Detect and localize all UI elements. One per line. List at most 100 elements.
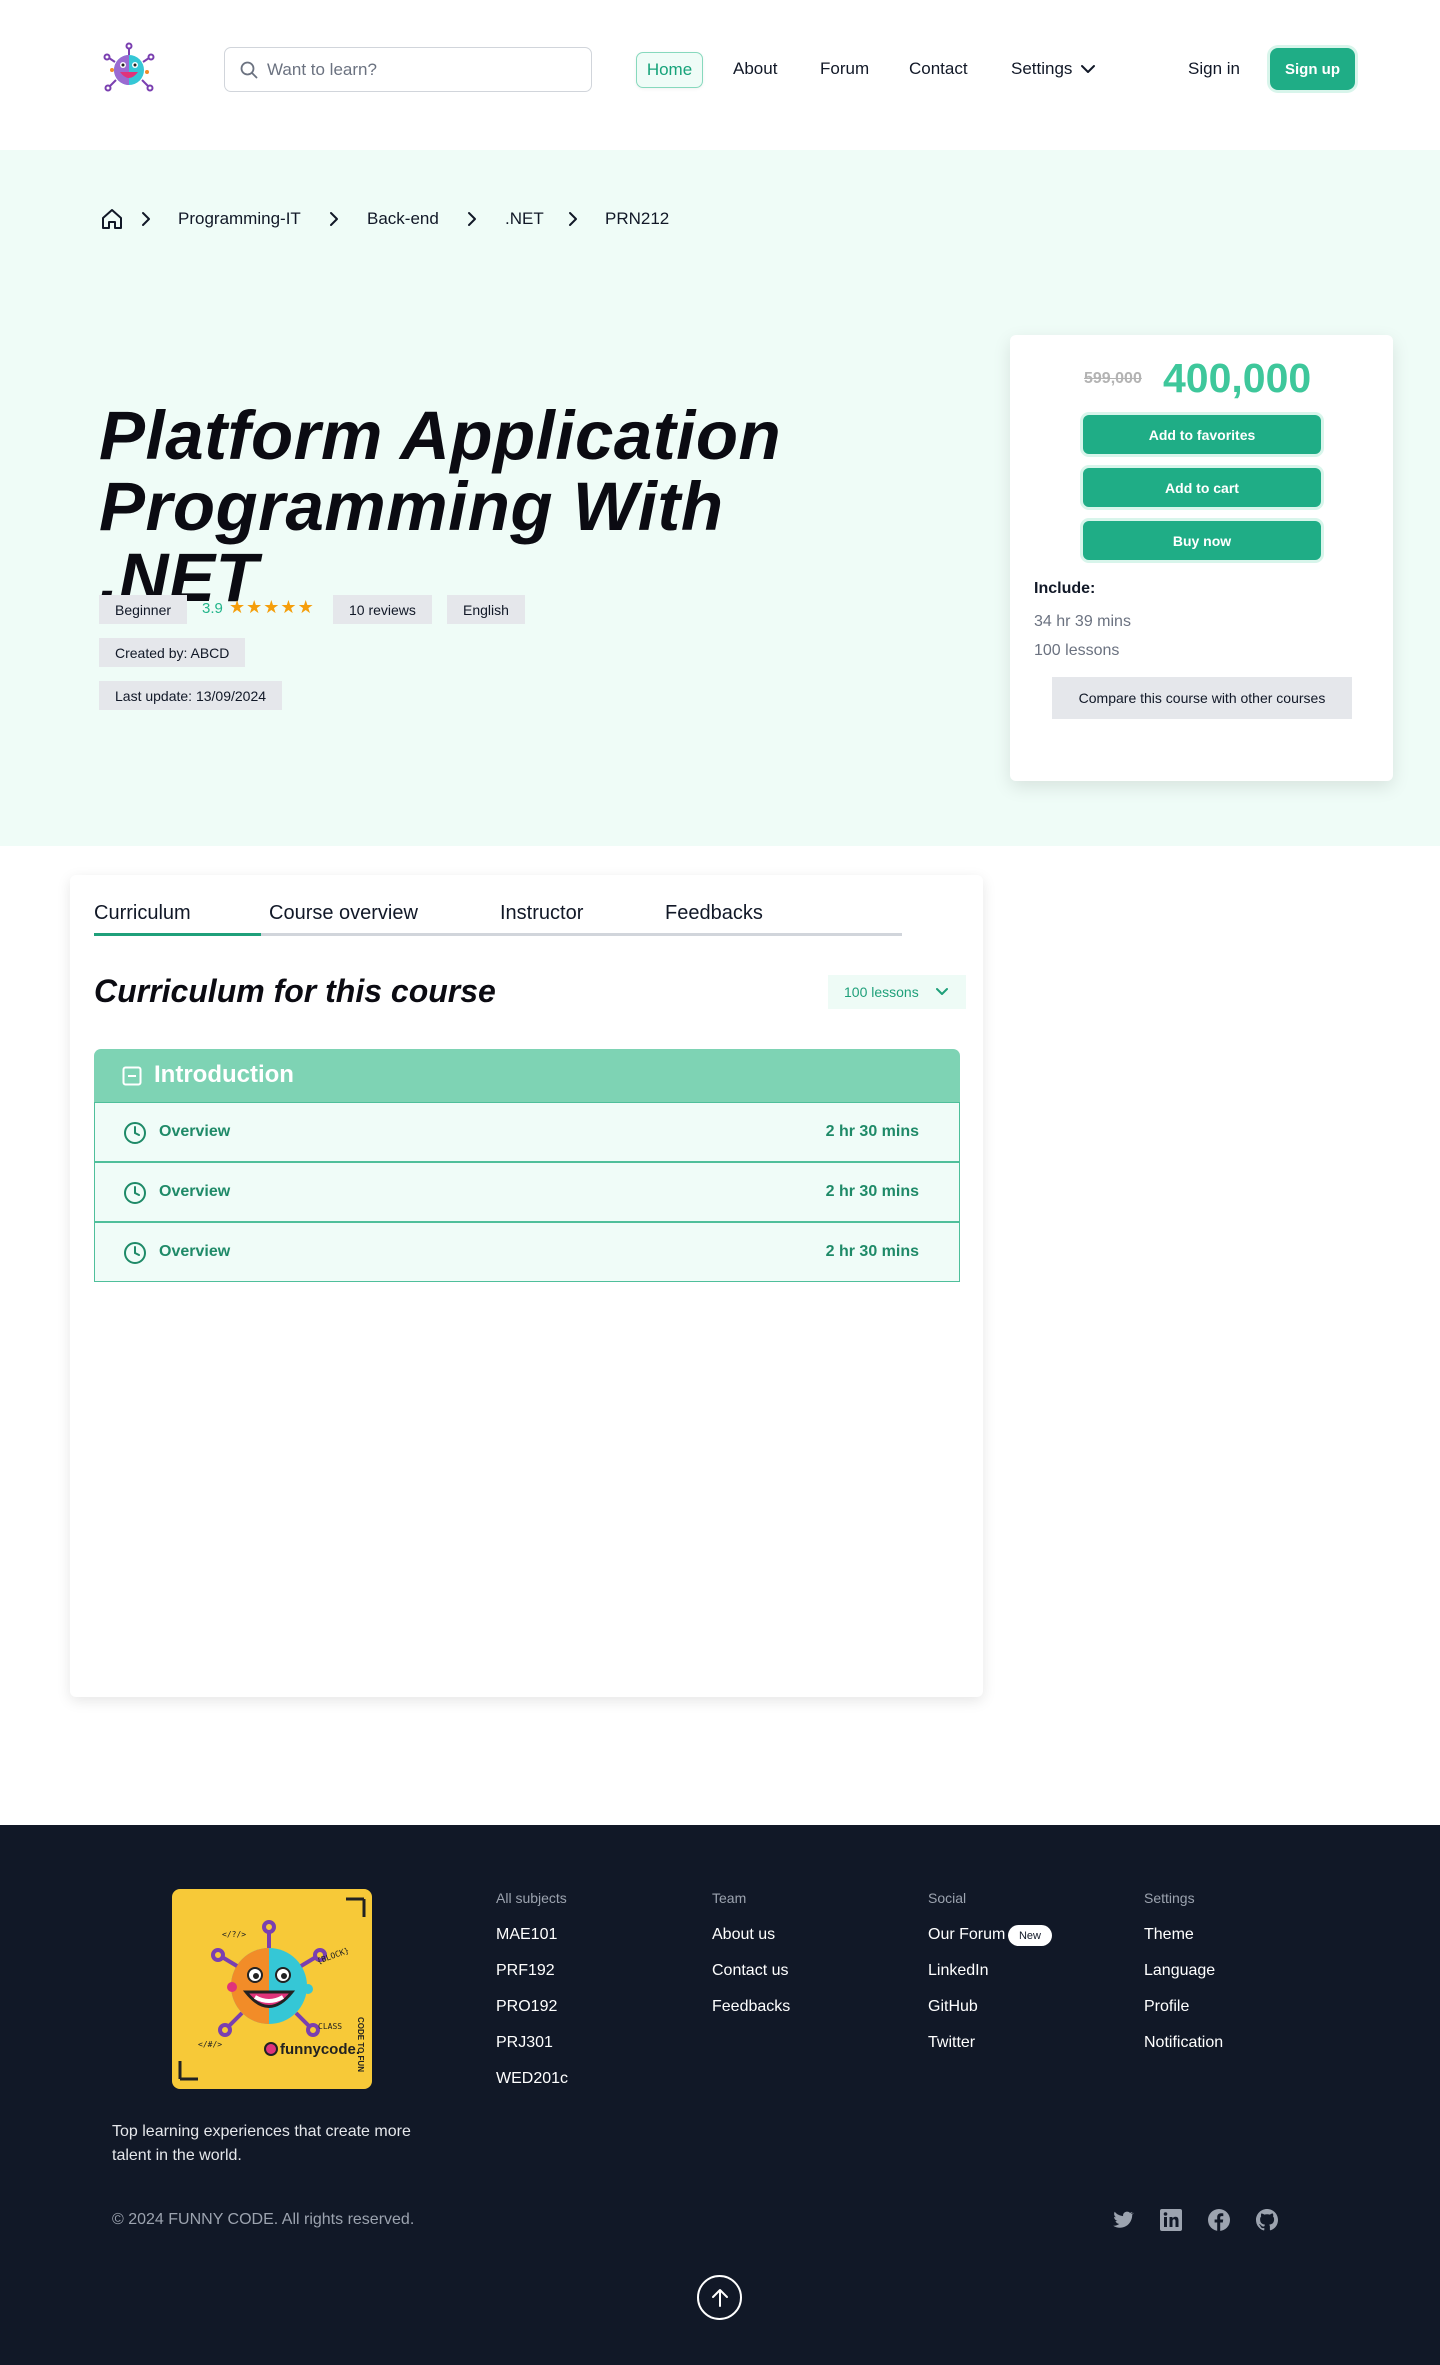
course-title: Platform Application Programming With .N… [99,400,899,613]
arrow-up-icon [712,2289,728,2307]
nav-settings[interactable]: Settings [1011,59,1072,79]
site-header: Home About Forum Contact Settings Sign i… [0,0,1440,150]
footer-link[interactable]: Contact us [712,1962,788,1980]
lesson-row[interactable]: Overview 2 hr 30 mins [94,1222,960,1282]
footer-tagline: Top learning experiences that create mor… [112,2123,411,2164]
footer-link[interactable]: Feedbacks [712,1998,790,2016]
clock-icon [124,1242,146,1264]
reviews-tag[interactable]: 10 reviews [333,595,432,624]
course-title-line: Programming With .NET [99,468,724,616]
search-icon [240,61,258,79]
footer-link[interactable]: Twitter [928,2034,975,2052]
clock-icon [124,1122,146,1144]
nav-forum[interactable]: Forum [820,59,869,79]
footer-link[interactable]: MAE101 [496,1926,557,1944]
footer-link[interactable]: About us [712,1926,775,1944]
footer-link[interactable]: WED201c [496,2070,568,2088]
home-icon[interactable] [100,207,124,231]
rating-value: 3.9 [202,600,223,617]
buy-now-button[interactable]: Buy now [1083,521,1321,560]
language-tag: English [447,595,525,624]
footer-logo-text: </?/> [222,1930,246,1939]
include-label: Include: [1034,580,1096,597]
rating-stars: ★★★★★ [229,597,315,618]
lesson-duration: 2 hr 30 mins [825,1183,919,1200]
created-by-tag: Created by: ABCD [99,638,246,667]
curriculum-title: Curriculum for this course [94,973,496,1009]
lessons-dropdown[interactable]: 100 lessons [828,975,966,1009]
chevron-right-icon [142,212,150,226]
tab-instructor[interactable]: Instructor [500,902,583,925]
footer-link[interactable]: PRO192 [496,1998,557,2016]
footer-link[interactable]: GitHub [928,1998,978,2016]
nav-home[interactable]: Home [636,52,703,88]
search-bar[interactable] [224,47,592,92]
section-title: Introduction [154,1061,294,1088]
copyright: © 2024 FUNNY CODE. All rights reserved. [112,2211,415,2228]
lesson-row[interactable]: Overview 2 hr 30 mins [94,1162,960,1222]
nav-about[interactable]: About [733,59,777,79]
footer-link[interactable]: Our Forum [928,1926,1005,1944]
lesson-name: Overview [159,1123,231,1140]
footer-link[interactable]: Notification [1144,2034,1223,2052]
lesson-duration: 2 hr 30 mins [825,1123,919,1140]
footer-link[interactable]: Language [1144,1962,1215,1980]
footer-link[interactable]: LinkedIn [928,1962,989,1980]
chevron-down-icon [936,988,948,995]
old-price: 599,000 [1084,370,1142,387]
tab-active-indicator [94,933,261,936]
footer-logo[interactable]: funnycode. </?/> {BLOCK} CLASS </#/> COD… [172,1889,372,2089]
minus-square-icon[interactable] [122,1066,142,1086]
nav-contact[interactable]: Contact [909,59,968,79]
chevron-right-icon [569,212,577,226]
lesson-duration: 2 hr 30 mins [825,1243,919,1260]
lesson-row[interactable]: Overview 2 hr 30 mins [94,1102,960,1162]
linkedin-icon[interactable] [1159,2208,1183,2232]
last-update-tag: Last update: 13/09/2024 [99,681,283,710]
section-header-introduction[interactable]: Introduction [94,1049,960,1102]
footer-heading: Settings [1144,1890,1195,1906]
chevron-right-icon [330,212,338,226]
breadcrumb-item[interactable]: .NET [505,209,544,229]
footer-link[interactable]: PRF192 [496,1962,555,1980]
level-tag: Beginner [99,595,188,624]
footer-link[interactable]: Profile [1144,1998,1189,2016]
chevron-right-icon [468,212,476,226]
breadcrumb-item[interactable]: Back-end [367,209,439,229]
add-to-favorites-button[interactable]: Add to favorites [1083,415,1321,454]
sign-in-link[interactable]: Sign in [1188,59,1240,79]
github-icon[interactable] [1255,2208,1279,2232]
twitter-icon[interactable] [1111,2208,1135,2232]
compare-courses-button[interactable]: Compare this course with other courses [1052,677,1352,719]
sign-up-button[interactable]: Sign up [1270,48,1355,90]
footer-link[interactable]: PRJ301 [496,2034,553,2052]
chevron-down-icon[interactable] [1080,61,1096,77]
lesson-name: Overview [159,1183,231,1200]
site-logo[interactable] [98,40,160,100]
tab-feedbacks[interactable]: Feedbacks [665,902,763,925]
footer-logo-text: CODE TO FUN [356,2017,365,2072]
clock-icon [124,1182,146,1204]
include-lessons: 100 lessons [1034,642,1120,659]
star-icon: ★ [280,597,298,617]
footer-logo-brand: funnycode. [280,2041,360,2058]
add-to-cart-button[interactable]: Add to cart [1083,468,1321,507]
breadcrumb-item[interactable]: Programming-IT [178,209,301,229]
tab-curriculum[interactable]: Curriculum [94,902,191,925]
footer-link[interactable]: Theme [1144,1926,1194,1944]
star-icon: ★ [246,597,264,617]
footer-heading: Social [928,1890,967,1906]
scroll-to-top-button[interactable] [697,2275,742,2320]
footer-logo-text: CLASS [318,2022,342,2031]
breadcrumb-item[interactable]: PRN212 [605,209,669,229]
footer-logo-text: </#/> [198,2040,222,2049]
lessons-dropdown-label: 100 lessons [844,984,919,1000]
current-price: 400,000 [1163,355,1312,401]
footer-heading: All subjects [496,1890,567,1906]
star-icon: ★ [229,597,247,617]
search-input[interactable] [267,58,567,82]
lesson-name: Overview [159,1243,231,1260]
facebook-icon[interactable] [1207,2208,1231,2232]
tab-course-overview[interactable]: Course overview [269,902,418,925]
footer-heading: Team [712,1890,747,1906]
